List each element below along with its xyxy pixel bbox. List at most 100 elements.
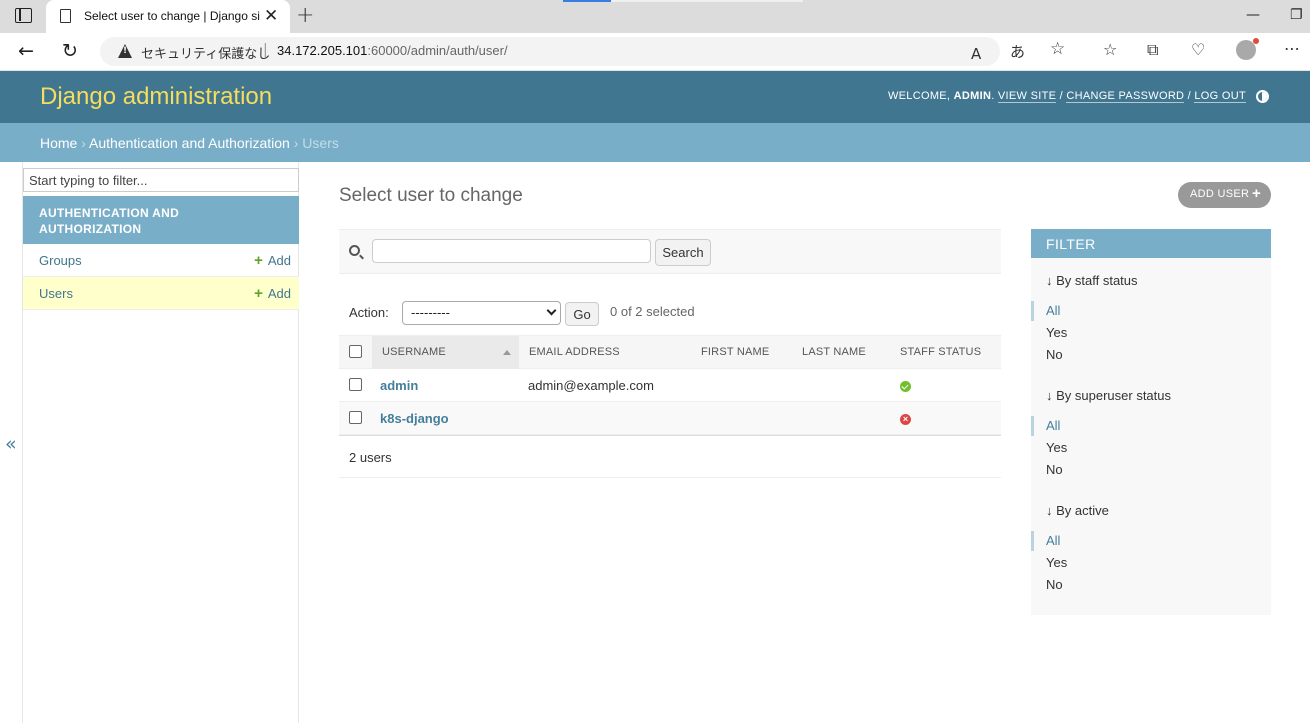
filter-option-yes[interactable]: Yes [1046, 440, 1067, 455]
add-icon: + [254, 285, 263, 302]
sidebar-item-groups-link[interactable]: Groups [39, 253, 82, 268]
breadcrumb-home[interactable]: Home [40, 135, 77, 151]
filter-heading[interactable]: ↓ By superuser status [1046, 388, 1171, 403]
column-header-last-name[interactable]: LAST NAME [802, 346, 866, 358]
performance-icon[interactable]: ♡ [1191, 40, 1205, 59]
add-icon: + [254, 252, 263, 269]
username-link[interactable]: k8s-django [380, 411, 449, 426]
theme-toggle-icon[interactable] [1256, 90, 1269, 103]
security-label[interactable]: セキュリティ保護なし [141, 43, 270, 62]
address-bar[interactable]: セキュリティ保護なし | 34.172.205.101:60000/admin/… [100, 37, 1000, 66]
go-button[interactable]: Go [565, 302, 599, 326]
tab-actions-icon[interactable] [15, 8, 32, 23]
action-select-value: --------- [411, 305, 450, 320]
column-header-first-name[interactable]: FIRST NAME [701, 346, 769, 358]
close-tab-icon[interactable]: ✕ [264, 6, 278, 26]
username-link[interactable]: admin [380, 378, 418, 393]
add-user-button[interactable]: ADD USER + [1178, 182, 1271, 208]
table-row: admin admin@example.com [339, 369, 1001, 402]
profile-avatar[interactable] [1236, 38, 1259, 60]
column-header-username[interactable]: USERNAME [372, 336, 519, 369]
url-port: :60000 [367, 43, 408, 58]
welcome-username: ADMIN [953, 90, 992, 102]
site-header: Django administration WELCOME, ADMIN. VI… [0, 71, 1310, 123]
changelist-filter: FILTER ↓ By staff status All Yes No ↓ By… [1030, 229, 1271, 615]
email-cell: admin@example.com [528, 378, 654, 393]
row-select-checkbox[interactable] [349, 378, 362, 391]
breadcrumb-app[interactable]: Authentication and Authorization [89, 135, 290, 151]
change-password-link[interactable]: CHANGE PASSWORD [1066, 90, 1185, 103]
restore-icon[interactable]: ❐ [1290, 7, 1303, 23]
add-group-label: Add [267, 253, 291, 268]
select-all-checkbox[interactable] [349, 345, 362, 358]
url-separator: | [263, 42, 268, 58]
url-text[interactable]: 34.172.205.101:60000/admin/auth/user/ [277, 43, 508, 58]
add-user-link[interactable]: + Add [254, 285, 291, 302]
back-icon[interactable]: ← [18, 40, 34, 62]
action-select[interactable]: --------- [402, 301, 561, 325]
filter-option-no[interactable]: No [1046, 577, 1063, 592]
filter-option-no[interactable]: No [1046, 462, 1063, 477]
read-aloud-icon[interactable]: A [971, 45, 981, 63]
result-list: USERNAME EMAIL ADDRESS FIRST NAME LAST N… [339, 335, 1001, 478]
filter-heading[interactable]: ↓ By staff status [1046, 273, 1138, 288]
table-row: k8s-django × [339, 402, 1001, 435]
filter-option-all[interactable]: All [1030, 531, 1060, 551]
column-header-staff-status[interactable]: STAFF STATUS [900, 346, 981, 358]
column-header-username-label: USERNAME [382, 346, 446, 358]
refresh-icon[interactable]: ↻ [62, 40, 78, 62]
selected-count: 0 of 2 selected [610, 304, 695, 319]
more-menu-icon[interactable]: ⋯ [1284, 39, 1300, 58]
new-tab-icon[interactable]: + [296, 3, 314, 29]
favorites-icon[interactable]: ☆ [1103, 40, 1117, 59]
filter-option-all[interactable]: All [1030, 416, 1060, 436]
filter-heading[interactable]: ↓ By active [1046, 503, 1109, 518]
warning-icon[interactable] [118, 44, 132, 58]
sidebar-item-users-link[interactable]: Users [39, 286, 73, 301]
sidebar-item-users: Users + Add [23, 277, 299, 310]
address-bar-row: ← ↻ セキュリティ保護なし | 34.172.205.101:60000/ad… [0, 33, 1310, 71]
sidebar-collapse-toggle[interactable]: « [5, 433, 17, 455]
row-select-checkbox[interactable] [349, 411, 362, 424]
browser-tab-bar: Select user to change | Django site admi… [0, 0, 1310, 33]
add-group-link[interactable]: + Add [254, 252, 291, 269]
add-user-label: Add [267, 286, 291, 301]
breadcrumb-current: Users [302, 135, 339, 151]
log-out-link[interactable]: LOG OUT [1194, 90, 1246, 103]
favorite-star-icon[interactable]: ☆ [1050, 39, 1065, 59]
chevron-down-icon [546, 305, 557, 316]
welcome-text: WELCOME, [887, 90, 951, 102]
browser-tab[interactable]: Select user to change | Django site admi… [46, 0, 290, 33]
add-user-button-label: ADD USER [1190, 188, 1250, 200]
paginator: 2 users [339, 435, 1001, 478]
tab-strip-accent-light [611, 0, 803, 2]
page-title: Select user to change [339, 185, 523, 206]
page-icon [60, 9, 71, 23]
table-header: USERNAME EMAIL ADDRESS FIRST NAME LAST N… [339, 335, 1001, 369]
filter-option-no[interactable]: No [1046, 347, 1063, 362]
minimize-icon[interactable]: — [1246, 7, 1260, 23]
changelist-search-toolbar: Search [339, 229, 1001, 274]
filter-title: FILTER [1031, 229, 1271, 258]
view-site-link[interactable]: VIEW SITE [997, 90, 1057, 103]
breadcrumb: Home › Authentication and Authorization … [0, 123, 1310, 162]
site-branding[interactable]: Django administration [40, 83, 272, 111]
nav-sidebar: AUTHENTICATION AND AUTHORIZATION Groups … [22, 162, 299, 723]
url-path: /admin/auth/user/ [407, 43, 508, 58]
tab-title: Select user to change | Django site admi… [84, 9, 260, 23]
tab-strip-accent [563, 0, 611, 2]
search-input[interactable] [372, 239, 651, 263]
app-caption-auth[interactable]: AUTHENTICATION AND AUTHORIZATION [23, 196, 299, 244]
filter-option-yes[interactable]: Yes [1046, 555, 1067, 570]
nav-filter-input[interactable] [23, 168, 299, 192]
search-button[interactable]: Search [655, 239, 711, 266]
result-count: 2 users [349, 450, 392, 465]
sidebar-item-groups: Groups + Add [23, 244, 299, 277]
column-header-email[interactable]: EMAIL ADDRESS [529, 346, 620, 358]
translate-icon[interactable]: あ [1010, 41, 1025, 62]
user-tools: WELCOME, ADMIN. VIEW SITE / CHANGE PASSW… [887, 90, 1246, 103]
sort-ascending-icon[interactable] [503, 350, 511, 355]
filter-option-yes[interactable]: Yes [1046, 325, 1067, 340]
collections-icon[interactable]: ⧉ [1147, 40, 1158, 60]
filter-option-all[interactable]: All [1030, 301, 1060, 321]
